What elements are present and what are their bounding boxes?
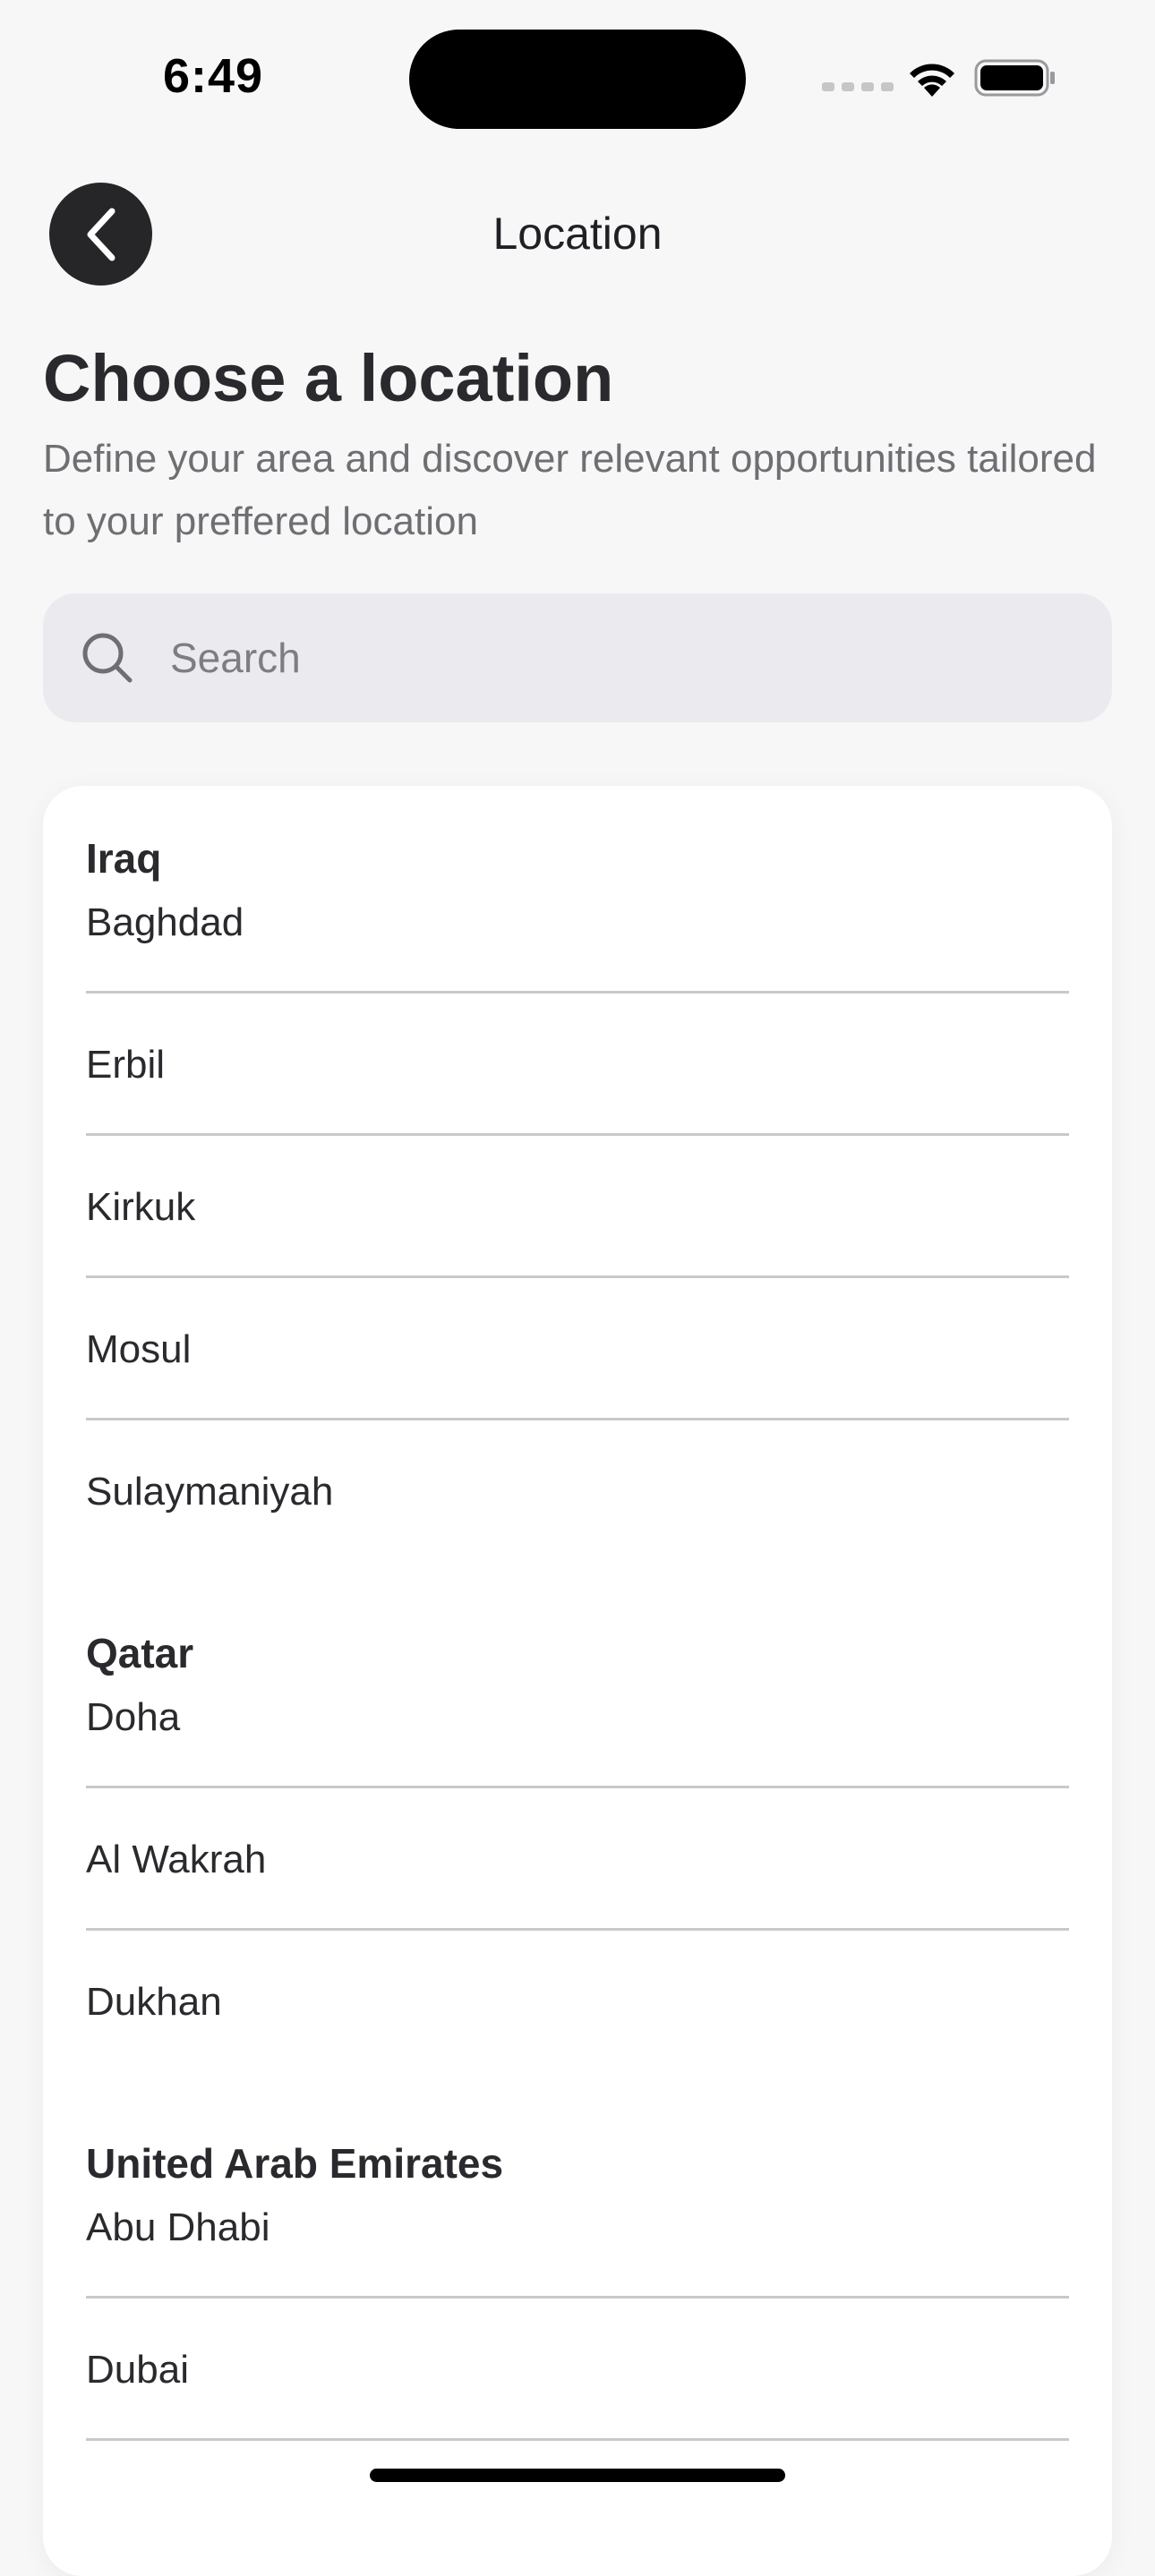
list-item-doha[interactable]: Doha xyxy=(86,1646,1069,1788)
list-item-kirkuk[interactable]: Kirkuk xyxy=(86,1136,1069,1278)
list-item-al-wakrah[interactable]: Al Wakrah xyxy=(86,1788,1069,1931)
list-item-erbil[interactable]: Erbil xyxy=(86,994,1069,1136)
list-item-dukhan[interactable]: Dukhan xyxy=(86,1931,1069,2073)
city-label: Erbil xyxy=(86,1042,166,1087)
list-item-dubai[interactable]: Dubai xyxy=(86,2299,1069,2441)
search-input[interactable] xyxy=(170,593,1083,722)
wifi-icon xyxy=(910,64,954,97)
nav-title: Location xyxy=(492,209,663,259)
city-label: Baghdad xyxy=(86,900,244,944)
home-indicator xyxy=(370,2469,785,2482)
city-label: Dubai xyxy=(86,2347,189,2392)
battery-icon xyxy=(974,59,1055,97)
list-item-mosul[interactable]: Mosul xyxy=(86,1278,1069,1420)
list-item-sulaymaniyah[interactable]: Sulaymaniyah xyxy=(86,1420,1069,1563)
dynamic-island xyxy=(409,30,746,129)
search-box[interactable] xyxy=(43,593,1112,722)
list-item-baghdad[interactable]: Baghdad xyxy=(86,851,1069,994)
page-subtitle: Define your area and discover relevant o… xyxy=(43,437,1097,543)
search-icon xyxy=(82,633,133,683)
city-label: Abu Dhabi xyxy=(86,2205,270,2249)
status-time: 6:49 xyxy=(163,49,264,103)
city-label: Doha xyxy=(86,1694,181,1739)
city-label: Al Wakrah xyxy=(86,1837,267,1881)
page-title: Choose a location xyxy=(43,341,614,415)
location-list: Iraq Baghdad Erbil Kirkuk Mosul Sulayman… xyxy=(43,786,1112,2576)
city-label: Kirkuk xyxy=(86,1184,196,1229)
city-label: Sulaymaniyah xyxy=(86,1469,334,1514)
city-label: Mosul xyxy=(86,1326,192,1371)
list-item-abu-dhabi[interactable]: Abu Dhabi xyxy=(86,2156,1069,2299)
cellular-signal-icon xyxy=(822,82,894,91)
row-divider xyxy=(86,2438,1069,2441)
status-bar: 6:49 xyxy=(0,0,1155,152)
status-icons xyxy=(822,55,1055,100)
city-label: Dukhan xyxy=(86,1979,222,2024)
